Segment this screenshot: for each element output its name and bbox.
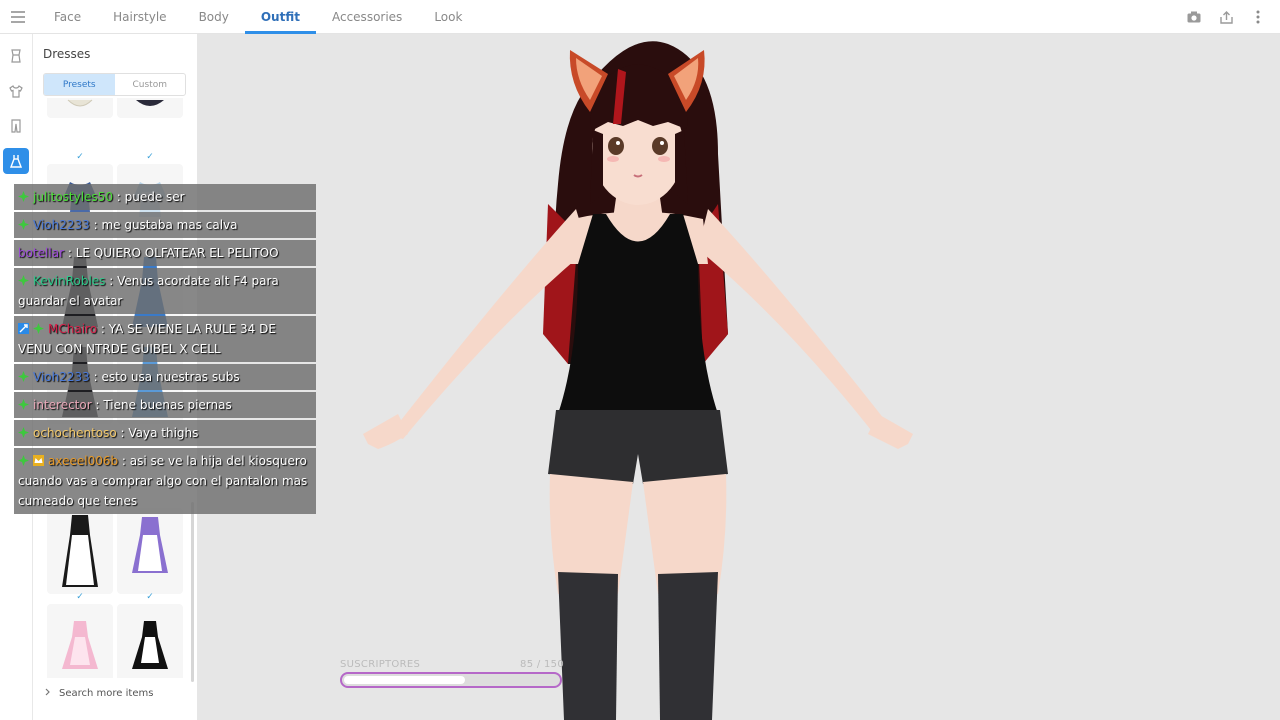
chat-message: Vioh2233 : esto usa nuestras subs — [14, 364, 316, 390]
dress-item[interactable] — [117, 508, 183, 594]
avatar-viewport[interactable] — [198, 34, 1280, 720]
search-more-items[interactable]: Search more items — [45, 688, 153, 699]
chat-message: Vioh2233 : me gustaba mas calva — [14, 212, 316, 238]
prime-icon — [18, 424, 29, 438]
chat-username[interactable]: interector — [33, 398, 92, 412]
tab-look[interactable]: Look — [418, 0, 478, 34]
crown-icon — [33, 452, 44, 466]
subscriber-goal-count: 85 / 150 — [520, 659, 564, 670]
menu-icon[interactable] — [0, 0, 36, 34]
owned-check-icon: ✓ — [76, 592, 84, 602]
segment-presets[interactable]: Presets — [44, 74, 115, 95]
subscriber-goal-label: SUSCRIPTORES — [340, 659, 421, 670]
avatar-model — [363, 41, 913, 720]
chat-username[interactable]: axeeel006b — [48, 454, 118, 468]
owned-check-icon: ✓ — [146, 152, 154, 162]
category-tabs: Face Hairstyle Body Outfit Accessories L… — [38, 0, 478, 34]
subscriber-goal: SUSCRIPTORES 85 / 150 — [340, 659, 564, 688]
owned-check-icon: ✓ — [146, 592, 154, 602]
prime-icon — [18, 216, 29, 230]
dress-item[interactable] — [47, 604, 113, 678]
chat-text: : Tiene buenas piernas — [91, 398, 232, 412]
chat-message: julitostyles50 : puede ser — [14, 184, 316, 210]
chat-username[interactable]: ochochentoso — [33, 426, 117, 440]
chat-text: : LE QUIERO OLFATEAR EL PELITOO — [64, 246, 279, 260]
chat-username[interactable]: julitostyles50 — [33, 190, 113, 204]
dress-item[interactable] — [47, 508, 113, 594]
share-icon[interactable] — [1218, 9, 1234, 25]
chat-text: : Vaya thighs — [116, 426, 199, 440]
panel-title: Dresses — [43, 47, 91, 61]
chat-text: : me gustaba mas calva — [89, 218, 238, 232]
tab-accessories[interactable]: Accessories — [316, 0, 418, 34]
tab-outfit[interactable]: Outfit — [244, 0, 317, 34]
chat-username[interactable]: Vioh2233 — [33, 370, 90, 384]
tab-body[interactable]: Body — [183, 0, 245, 34]
owned-check-icon: ✓ — [76, 152, 84, 162]
chevron-right-icon — [45, 688, 51, 699]
mod-icon — [18, 320, 29, 334]
prime-icon — [18, 396, 29, 410]
tab-face[interactable]: Face — [38, 0, 97, 34]
panel-scrollbar[interactable] — [191, 502, 194, 682]
dress-item[interactable] — [47, 98, 113, 118]
chat-username[interactable]: Vioh2233 — [33, 218, 90, 232]
search-more-label: Search more items — [59, 688, 154, 699]
chat-message: ochochentoso : Vaya thighs — [14, 420, 316, 446]
chat-text: : puede ser — [112, 190, 185, 204]
chat-message: axeeel006b : asi se ve la hija del kiosq… — [14, 448, 316, 514]
chat-username[interactable]: KevinRobles — [33, 274, 105, 288]
stream-chat-overlay: julitostyles50 : puede ser Vioh2233 : me … — [14, 184, 316, 516]
segment-custom[interactable]: Custom — [115, 74, 186, 95]
chat-message: interector : Tiene buenas piernas — [14, 392, 316, 418]
preset-custom-toggle: Presets Custom — [43, 73, 186, 96]
tab-hairstyle[interactable]: Hairstyle — [97, 0, 182, 34]
chat-message: MChairo : YA SE VIENE LA RULE 34 DE VENU… — [14, 316, 316, 362]
shirt-icon[interactable] — [3, 78, 29, 104]
chat-username[interactable]: botellar — [18, 246, 64, 260]
camera-icon[interactable] — [1186, 9, 1202, 25]
more-vertical-icon[interactable] — [1250, 9, 1266, 25]
chat-text: : esto usa nuestras subs — [89, 370, 240, 384]
dress-icon[interactable] — [3, 148, 29, 174]
pants-icon[interactable] — [3, 113, 29, 139]
chat-message: botellar : LE QUIERO OLFATEAR EL PELITOO — [14, 240, 316, 266]
chat-message: KevinRobles : Venus acordate alt F4 para… — [14, 268, 316, 314]
subscriber-progress-fill — [344, 676, 466, 684]
dress-item[interactable] — [117, 98, 183, 118]
prime-icon — [18, 188, 29, 202]
prime-icon — [18, 272, 29, 286]
prime-icon — [18, 368, 29, 382]
dress-item[interactable] — [117, 604, 183, 678]
prime-icon — [18, 452, 29, 466]
chat-username[interactable]: MChairo — [48, 322, 97, 336]
subscriber-progress-bar — [340, 672, 562, 688]
prime-icon — [33, 320, 44, 334]
hanger-icon[interactable] — [3, 43, 29, 69]
top-bar: Face Hairstyle Body Outfit Accessories L… — [0, 0, 1280, 34]
